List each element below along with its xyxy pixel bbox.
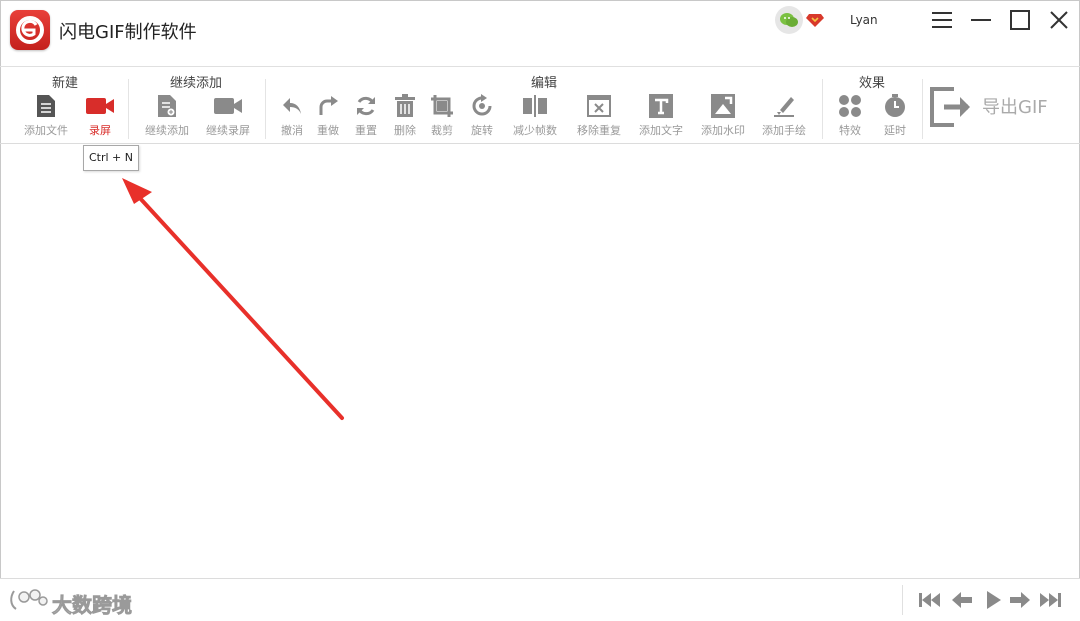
bottom-bar: 大数跨境 (0, 578, 1080, 621)
play-icon[interactable] (981, 590, 1005, 610)
watermark-text: 大数跨境 (52, 593, 133, 618)
first-frame-icon[interactable] (918, 590, 942, 610)
watermark-logo-icon (10, 589, 48, 610)
annotation-arrow (122, 178, 344, 420)
previous-frame-icon[interactable] (950, 590, 974, 610)
last-frame-icon[interactable] (1038, 590, 1062, 610)
player-separator (902, 585, 903, 615)
next-frame-icon[interactable] (1008, 590, 1032, 610)
